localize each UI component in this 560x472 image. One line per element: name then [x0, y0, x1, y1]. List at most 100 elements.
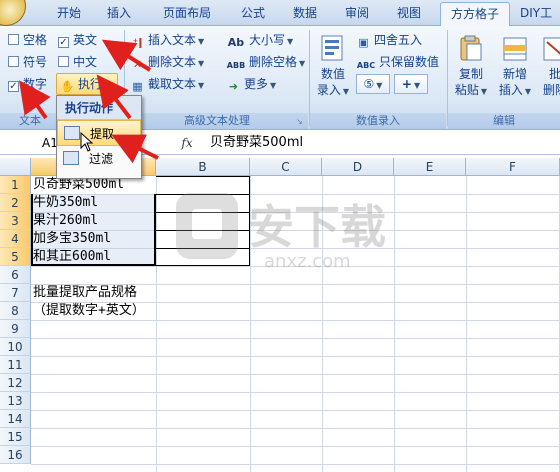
column-header-d[interactable]: D [322, 158, 394, 176]
tab-formulas[interactable]: 公式 [236, 2, 270, 26]
row-header[interactable]: 10 [0, 338, 31, 356]
chevron-down-icon: ▼ [104, 81, 111, 90]
column-header-c[interactable]: C [250, 158, 322, 176]
delete-text-button[interactable]: ✕ 删除文本 ▼ [130, 52, 204, 72]
tab-diy[interactable]: DIY工 [520, 2, 560, 26]
format-dropdown[interactable]: ⑤ ▼ [356, 74, 390, 94]
filter-icon [63, 151, 79, 165]
insert-rows-icon [501, 34, 529, 64]
checkbox-label: 数字 [23, 77, 48, 91]
chevron-down-icon: ▼ [198, 59, 205, 68]
dialog-launcher-icon[interactable]: ↘ [296, 117, 303, 126]
row-header[interactable]: 4 [0, 230, 31, 248]
menu-item-extract[interactable]: 提取 [57, 120, 141, 146]
row-header[interactable]: 12 [0, 374, 31, 392]
chevron-down-icon: ▼ [299, 59, 306, 68]
row-header[interactable]: 14 [0, 410, 31, 428]
menu-item-filter[interactable]: 过滤 [57, 146, 141, 172]
checkbox-label: 英文 [73, 33, 98, 47]
round-icon: ▣ [358, 36, 369, 49]
group-label-advanced-text: 高级文本处理 [126, 113, 308, 129]
row-header[interactable]: 9 [0, 320, 31, 338]
row-header[interactable]: 2 [0, 194, 31, 212]
cell-a3[interactable]: 果汁260ml [31, 212, 98, 230]
round-button[interactable]: ▣ 四舍五入 [356, 30, 422, 50]
insert-text-button[interactable]: ⁺ǀ 插入文本 ▼ [130, 30, 205, 50]
checkbox-box[interactable] [8, 56, 19, 67]
cell-a5[interactable]: 和其正600ml [31, 248, 111, 266]
execute-button[interactable]: ✋ 执行 ▼ [56, 73, 118, 95]
formula-input[interactable]: 贝奇野菜500ml [210, 133, 303, 153]
tab-view[interactable]: 视图 [392, 2, 426, 26]
cell-a4[interactable]: 加多宝350ml [31, 230, 111, 248]
tab-page-layout[interactable]: 页面布局 [158, 2, 216, 26]
watermark: 安下载 anxz.com [172, 185, 402, 272]
checkbox-chinese[interactable]: 中文 [58, 52, 97, 72]
cell-a2[interactable]: 牛奶350ml [31, 194, 98, 212]
delete-rows-icon [541, 34, 560, 64]
chevron-down-icon: ▼ [198, 37, 205, 46]
button-label: 数值 [320, 67, 345, 81]
checkbox-box-checked[interactable]: ✓ [8, 81, 19, 92]
case-button[interactable]: Ab 大小写 ▼ [226, 30, 293, 50]
row-header[interactable]: 3 [0, 212, 31, 230]
gridline [31, 374, 560, 375]
extract-icon [64, 126, 80, 140]
chevron-down-icon: ▼ [270, 81, 277, 90]
tab-home[interactable]: 开始 [52, 2, 86, 26]
cell-a8[interactable]: （提取数字+英文） [31, 302, 145, 320]
copy-paste-button[interactable]: 复制 粘贴 ▼ [452, 34, 490, 104]
plus-dropdown[interactable]: + ▼ [394, 74, 428, 94]
checkbox-box[interactable] [58, 56, 69, 67]
checkbox-symbol[interactable]: 符号 [8, 52, 47, 72]
delete-text-icon: ✕ [132, 58, 143, 71]
chevron-down-icon: ▼ [376, 81, 383, 90]
checkbox-english[interactable]: ✓ 英文 [58, 30, 97, 50]
cell-a7[interactable]: 批量提取产品规格 [31, 284, 137, 302]
button-label-2: 插入 ▼ [498, 83, 532, 97]
row-header[interactable]: 8 [0, 302, 31, 320]
tab-data[interactable]: 数据 [288, 2, 322, 26]
column-header-b[interactable]: B [156, 158, 250, 176]
select-all-corner[interactable] [0, 158, 31, 176]
plus-icon: + [401, 77, 412, 91]
extract-text-button[interactable]: ▦ 截取文本 ▼ [130, 74, 204, 94]
checkbox-number[interactable]: ✓ 数字 [8, 74, 47, 94]
row-header[interactable]: 11 [0, 356, 31, 374]
checkbox-box[interactable] [8, 34, 19, 45]
row-header[interactable]: 5 [0, 248, 31, 266]
number-format-icon: ⑤ [363, 77, 375, 91]
gridline [31, 464, 560, 465]
number-input-button[interactable]: 数值 录入 ▼ [314, 34, 352, 104]
row-header[interactable]: 15 [0, 428, 31, 446]
remove-space-button[interactable]: ABB 删除空格 ▼ [226, 52, 305, 72]
checkbox-label: 空格 [23, 33, 48, 47]
add-insert-button[interactable]: 新增 插入 ▼ [496, 34, 534, 104]
checkbox-label: 符号 [23, 55, 48, 69]
button-label-2: 删除 [542, 83, 560, 97]
tab-fangfang[interactable]: 方方格子 [440, 2, 510, 27]
button-label: 四舍五入 [374, 33, 423, 47]
row-header[interactable]: 1 [0, 176, 31, 194]
fx-icon[interactable]: fx [172, 133, 202, 153]
column-header-f[interactable]: F [466, 158, 560, 176]
checkbox-label: 中文 [73, 55, 98, 69]
checkbox-space[interactable]: 空格 [8, 30, 47, 50]
tab-insert[interactable]: 插入 [102, 2, 136, 26]
tab-review[interactable]: 审阅 [340, 2, 374, 26]
gridline [31, 320, 560, 321]
button-label: 新增 [502, 67, 527, 81]
row-header[interactable]: 16 [0, 446, 31, 464]
ribbon-tab-bar: 开始 插入 页面布局 公式 数据 审阅 视图 方方格子 DIY工 [0, 0, 560, 27]
row-header[interactable]: 6 [0, 266, 31, 284]
row-header[interactable]: 13 [0, 392, 31, 410]
button-label: 只保留数值 [379, 55, 440, 69]
checkbox-box-checked[interactable]: ✓ [58, 37, 69, 48]
keep-number-button[interactable]: ABC 只保留数值 [356, 52, 439, 72]
group-label-number: 数值录入 [310, 113, 446, 129]
row-header[interactable]: 7 [0, 284, 31, 302]
more-button[interactable]: ➜ 更多 ▼ [226, 74, 276, 94]
office-button[interactable] [0, 0, 26, 26]
column-header-e[interactable]: E [394, 158, 466, 176]
batch-delete-button[interactable]: 批 删除 [540, 34, 560, 104]
